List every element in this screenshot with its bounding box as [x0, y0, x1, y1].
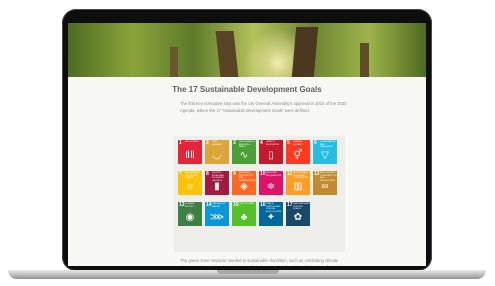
sdg-goal-number: 15: [233, 202, 239, 208]
tree-trunk: [360, 43, 369, 77]
intro-paragraph: The first key normative step was the UN …: [180, 101, 347, 113]
sdg-goal-tile-9[interactable]: 9Industry, innovation and infrastructure…: [232, 171, 256, 195]
eye-icon: ◉: [185, 212, 195, 223]
sdg-goal-tile-3[interactable]: 3 Good health and well-being ∿: [232, 140, 256, 164]
sdg-goal-number: 10: [260, 171, 266, 177]
sdg-goal-tile-8[interactable]: 8 Decent work and economic growth ▮: [205, 171, 229, 195]
sdg-goal-number: 5: [287, 140, 290, 146]
sdg-goal-tile-13[interactable]: 13 Climate action ◉: [178, 202, 202, 226]
sdg-goal-label: No poverty: [185, 141, 200, 143]
sdg-goal-label: Reduced inequalities: [266, 172, 282, 177]
sdg-goal-label: Life on land: [239, 203, 254, 205]
sdg-goal-number: 12: [314, 171, 320, 177]
bowl-icon: ◡: [212, 150, 222, 161]
family-icon: ⅡⅡ: [185, 150, 195, 161]
gender-icon: ⚥: [293, 150, 303, 161]
page-title: The 17 Sustainable Development Goals: [172, 85, 322, 94]
tree-trunk: [291, 27, 319, 77]
sdg-goal-tile-15[interactable]: 15 Life on land ♣: [232, 202, 256, 226]
fish-icon: ⋙: [209, 212, 225, 223]
sdg-goal-number: 6: [314, 140, 317, 146]
outro-paragraph: The green zone respects needed to sustai…: [180, 258, 340, 266]
sdg-goals-grid: 1 No poverty ⅡⅡ 2 Zero hunger ◡ 3 Good health a…: [174, 136, 345, 252]
book-icon: ▯: [268, 150, 274, 161]
sdg-goal-tile-6[interactable]: 6 Clean water and sanitation ▽: [313, 140, 337, 164]
sdg-goal-number: 11: [287, 171, 293, 177]
sdg-goal-number: 3: [233, 140, 236, 146]
sdg-goal-tile-11[interactable]: 11 Sustainable cities and communities ▥: [286, 171, 310, 195]
sdg-goal-tile-14[interactable]: 14 Life below water ⋙: [205, 202, 229, 226]
sdg-goal-tile-2[interactable]: 2 Zero hunger ◡: [205, 140, 229, 164]
sdg-goal-number: 16: [260, 202, 266, 208]
sdg-goal-number: 14: [206, 202, 212, 208]
cubes-icon: ◈: [240, 181, 248, 192]
sun-icon: ☼: [185, 181, 195, 192]
sdg-goal-number: 7: [179, 171, 182, 177]
heartbeat-icon: ∿: [239, 150, 249, 161]
tree-trunk: [215, 31, 239, 77]
rings-icon: ✿: [293, 212, 303, 223]
sdg-goal-tile-12[interactable]: 12 Responsible consumption and production…: [313, 171, 337, 195]
tree-icon: ♣: [240, 212, 248, 223]
sdg-goal-number: 17: [287, 202, 293, 208]
sdg-goal-label: Climate action: [185, 203, 195, 208]
laptop-screen: The 17 Sustainable Development Goals The…: [68, 23, 426, 266]
infinity-icon: ∞: [321, 181, 329, 192]
sdg-goal-tile-10[interactable]: 10 Reduced inequalities ≑: [259, 171, 283, 195]
chart-icon: ▮: [214, 181, 220, 192]
laptop-notch: [217, 270, 279, 274]
dove-icon: ✦: [266, 212, 276, 223]
water-icon: ▽: [321, 150, 329, 161]
sdg-goal-number: 2: [206, 140, 209, 146]
sdg-goal-label: Gender equality: [293, 141, 304, 146]
sdg-goal-tile-5[interactable]: 5 Gender equality ⚥: [286, 140, 310, 164]
sdg-goal-number: 8: [206, 171, 209, 177]
sdg-goal-tile-16[interactable]: 16 Peace, justice and strong institutions…: [259, 202, 283, 226]
sdg-goal-label: Life below water: [212, 203, 226, 208]
hero-image-forest: [68, 23, 426, 77]
equal-icon: ≑: [266, 181, 276, 192]
sdg-goal-label: Zero hunger: [212, 141, 222, 146]
sdg-goal-number: 1: [179, 140, 182, 146]
buildings-icon: ▥: [293, 181, 303, 192]
sdg-goal-tile-7[interactable]: 7 Affordable and clean energy ☼: [178, 171, 202, 195]
sdg-goal-tile-4[interactable]: 4 Quality education ▯: [259, 140, 283, 164]
sdg-goal-tile-1[interactable]: 1 No poverty ⅡⅡ: [178, 140, 202, 164]
tree-trunk: [170, 47, 178, 77]
sdg-goal-number: 4: [260, 140, 263, 146]
sdg-goal-number: 13: [179, 202, 185, 208]
sdg-goal-label: Quality education: [266, 141, 279, 146]
sdg-goal-tile-17[interactable]: 17 Partnerships for the goals ✿: [286, 202, 310, 226]
sdg-goal-number: 9: [233, 171, 236, 177]
